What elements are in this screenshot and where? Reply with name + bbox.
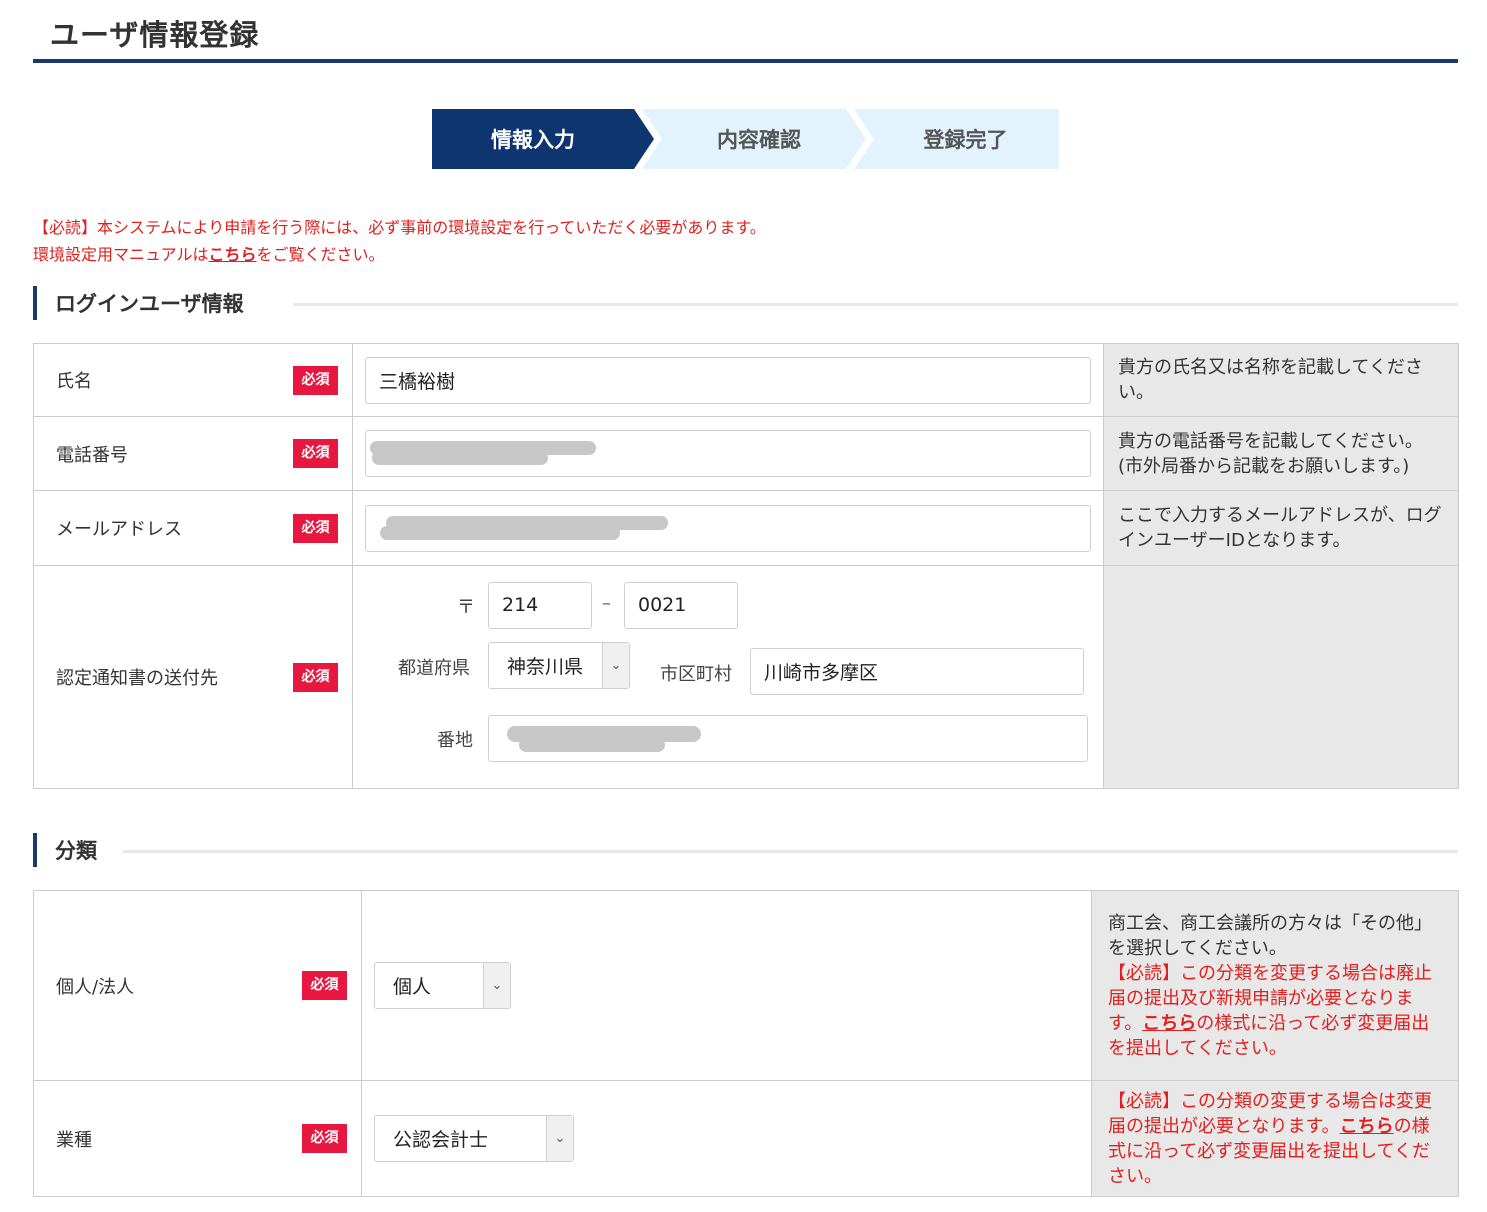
email-input-cell — [352, 490, 1104, 566]
row-address: 認定通知書の送付先 必須 〒 214 – 0021 都道府県 神奈川県 ⌄ 市区町… — [33, 565, 1459, 789]
chevron-down-icon: ⌄ — [602, 642, 629, 688]
phone-input-cell — [352, 416, 1104, 491]
page-title: ユーザ情報登録 — [50, 18, 260, 52]
phone-input[interactable] — [365, 430, 1091, 477]
step-confirm: 内容確認 — [642, 109, 866, 169]
category-table: 個人/法人 必須 個人 ⌄ 商工会、商工会議所の方々は「その他」を選択してください… — [33, 890, 1459, 1197]
notice-suffix: をご覧ください。 — [256, 245, 385, 264]
name-label: 氏名 — [56, 371, 92, 392]
entity-type-label-cell: 個人/法人 必須 — [33, 890, 362, 1081]
name-help: 貴方の氏名又は名称を記載してください。 — [1103, 343, 1459, 417]
industry-help: 【必読】この分類の変更する場合は変更届の提出が必要となります。こちらの様式に沿っ… — [1091, 1080, 1459, 1197]
section-title: ログインユーザ情報 — [55, 292, 244, 316]
row-email: メールアドレス 必須 ここで入力するメールアドレスが、ログインユーザーIDとなりま… — [33, 490, 1459, 566]
section-line — [123, 850, 1458, 853]
entity-type-help-1: 商工会、商工会議所の方々は「その他」を選択してください。 — [1108, 912, 1432, 959]
section-line — [293, 303, 1458, 306]
row-name: 氏名 必須 三橋裕樹 貴方の氏名又は名称を記載してください。 — [33, 343, 1459, 417]
section-title: 分類 — [55, 839, 97, 863]
notice-prefix: 環境設定用マニュアルは — [33, 245, 209, 264]
name-label-cell: 氏名 必須 — [33, 343, 353, 417]
required-badge: 必須 — [293, 662, 338, 692]
postal-code-2-input[interactable]: 0021 — [624, 581, 738, 629]
required-badge: 必須 — [302, 971, 347, 1000]
industry-value: 公認会計士 — [393, 1129, 489, 1151]
row-industry: 業種 必須 公認会計士 ⌄ 【必読】この分類の変更する場合は変更届の提出が必要とな… — [33, 1080, 1459, 1197]
redaction-mark — [519, 737, 665, 752]
phone-help: 貴方の電話番号を記載してください。(市外局番から記載をお願いします。) — [1103, 416, 1459, 491]
postal-code-1-input[interactable]: 214 — [488, 581, 592, 629]
prefecture-label: 都道府県 — [398, 657, 470, 679]
section-bar — [33, 286, 37, 320]
required-badge: 必須 — [293, 365, 338, 395]
prefecture-value: 神奈川県 — [507, 655, 584, 678]
email-input[interactable] — [365, 504, 1091, 552]
required-badge: 必須 — [293, 513, 338, 543]
city-label: 市区町村 — [660, 663, 732, 685]
address-label-cell: 認定通知書の送付先 必須 — [33, 565, 353, 789]
industry-help-text: 【必読】この分類の変更する場合は変更届の提出が必要となります。こちらの様式に沿っ… — [1108, 1089, 1444, 1189]
entity-type-help-2: 【必読】この分類を変更する場合は廃止届の提出及び新規申請が必要となります。こちら… — [1108, 961, 1444, 1061]
entity-type-select[interactable]: 個人 ⌄ — [374, 962, 511, 1009]
chevron-down-icon: ⌄ — [546, 1116, 573, 1161]
notice-line-2: 環境設定用マニュアルはこちらをご覧ください。 — [33, 241, 766, 268]
notice-line-1: 【必読】本システムにより申請を行う際には、必ず事前の環境設定を行っていただく必要… — [33, 218, 766, 237]
address-input-cell: 〒 214 – 0021 都道府県 神奈川県 ⌄ 市区町村 川崎市多摩区 番地 — [352, 565, 1104, 789]
chevron-down-icon: ⌄ — [483, 963, 510, 1008]
entity-type-input-cell: 個人 ⌄ — [361, 890, 1092, 1081]
industry-input-cell: 公認会計士 ⌄ — [361, 1080, 1092, 1197]
industry-select[interactable]: 公認会計士 ⌄ — [374, 1115, 574, 1162]
city-input[interactable]: 川崎市多摩区 — [750, 647, 1084, 695]
step-info-input: 情報入力 — [432, 109, 654, 169]
industry-label: 業種 — [56, 1129, 92, 1151]
step-complete: 登録完了 — [854, 109, 1059, 169]
postal-separator: – — [602, 592, 611, 614]
required-badge: 必須 — [302, 1124, 347, 1153]
row-phone: 電話番号 必須 貴方の電話番号を記載してください。(市外局番から記載をお願いします… — [33, 416, 1459, 491]
required-badge: 必須 — [293, 439, 338, 468]
entity-type-value: 個人 — [393, 976, 432, 998]
name-input[interactable]: 三橋裕樹 — [365, 356, 1091, 404]
address-label: 認定通知書の送付先 — [56, 668, 218, 689]
address-help — [1103, 565, 1459, 789]
phone-label-cell: 電話番号 必須 — [33, 416, 353, 491]
name-input-cell: 三橋裕樹 — [352, 343, 1104, 417]
title-divider — [33, 59, 1458, 63]
phone-label: 電話番号 — [56, 444, 128, 466]
street-input[interactable] — [488, 714, 1088, 762]
login-user-table: 氏名 必須 三橋裕樹 貴方の氏名又は名称を記載してください。 電話番号 必須 貴方の… — [33, 343, 1459, 789]
entity-type-label: 個人/法人 — [56, 976, 135, 998]
industry-label-cell: 業種 必須 — [33, 1080, 362, 1197]
section-login-user: ログインユーザ情報 — [33, 286, 1458, 320]
redaction-mark — [380, 525, 620, 540]
section-bar — [33, 833, 37, 867]
street-label: 番地 — [437, 729, 473, 751]
row-entity-type: 個人/法人 必須 個人 ⌄ 商工会、商工会議所の方々は「その他」を選択してください… — [33, 890, 1459, 1081]
redaction-mark — [372, 451, 548, 465]
section-category: 分類 — [33, 833, 1458, 867]
entity-type-help: 商工会、商工会議所の方々は「その他」を選択してください。 【必読】この分類を変更… — [1091, 890, 1459, 1081]
email-help: ここで入力するメールアドレスが、ログインユーザーIDとなります。 — [1103, 490, 1459, 566]
entity-type-form-link[interactable]: こちら — [1142, 1013, 1196, 1034]
email-label: メールアドレス — [56, 519, 182, 540]
prefecture-select[interactable]: 神奈川県 ⌄ — [488, 641, 630, 689]
progress-steps: 情報入力 内容確認 登録完了 — [432, 109, 1059, 169]
postal-mark: 〒 — [457, 596, 475, 618]
email-label-cell: メールアドレス 必須 — [33, 490, 353, 566]
notice-text: 【必読】本システムにより申請を行う際には、必ず事前の環境設定を行っていただく必要… — [33, 214, 766, 268]
manual-link[interactable]: こちら — [209, 245, 257, 264]
industry-form-link[interactable]: こちら — [1340, 1116, 1394, 1137]
